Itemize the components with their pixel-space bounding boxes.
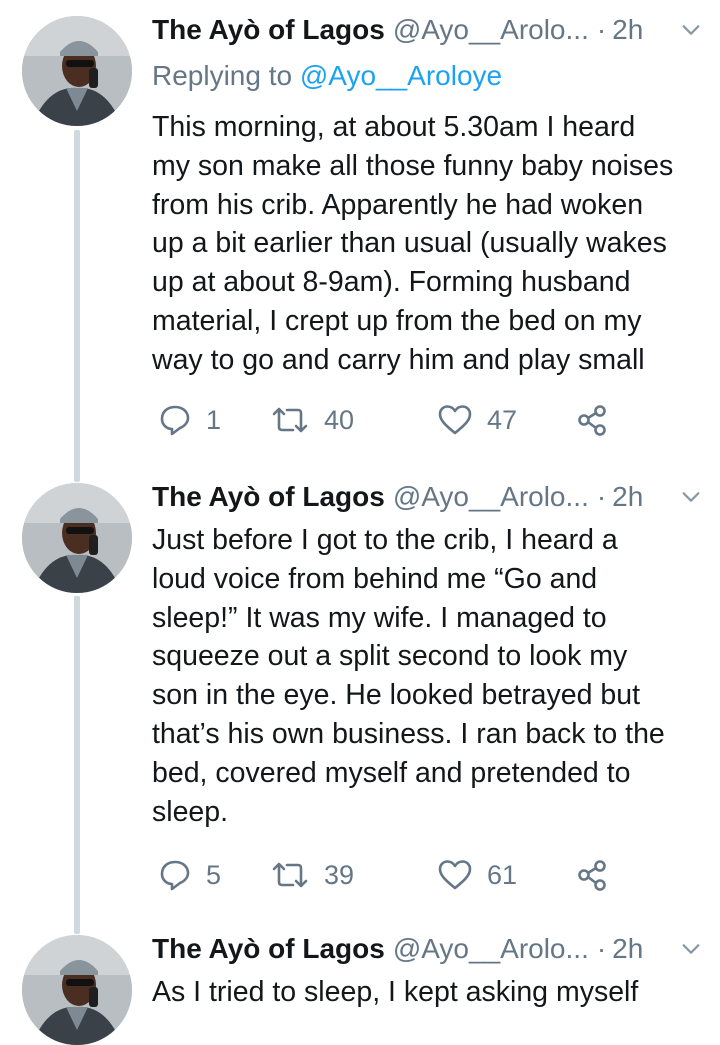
avatar[interactable] <box>22 935 132 1045</box>
share-icon <box>578 405 606 436</box>
text-line: loud voice from behind me “Go and <box>152 562 598 595</box>
user-handle[interactable]: @Ayo__Arolo... <box>393 14 589 46</box>
text-line: my son make all those funny baby noises <box>152 149 674 182</box>
text-line: son in the eye. He looked betrayed but <box>152 679 640 712</box>
reply-icon <box>160 405 190 436</box>
share-button[interactable] <box>576 855 610 895</box>
user-handle[interactable]: @Ayo__Arolo... <box>393 481 589 513</box>
replying-to: Replying to @Ayo__Aroloye <box>152 60 502 92</box>
chevron-down-icon[interactable] <box>680 486 702 508</box>
reply-count: 5 <box>206 859 222 890</box>
reply-button[interactable]: 1 <box>158 400 221 440</box>
chevron-down-icon[interactable] <box>680 19 702 41</box>
text-line: sleep. <box>152 795 229 828</box>
retweet-icon <box>272 407 308 433</box>
avatar[interactable] <box>22 483 132 593</box>
text-line: material, I crept up from the bed on my <box>152 304 642 337</box>
display-name[interactable]: The Ayò of Lagos <box>152 933 385 965</box>
text-line: up at about 8-9am). Forming husband <box>152 266 631 299</box>
chevron-down-icon[interactable] <box>680 938 702 960</box>
text-line: This morning, at about 5.30am I heard <box>152 111 636 143</box>
reply-icon <box>160 860 190 891</box>
replying-prefix: Replying to <box>152 60 300 91</box>
share-icon <box>578 860 606 891</box>
retweet-button[interactable]: 39 <box>270 855 354 895</box>
timestamp[interactable]: 2h <box>612 933 643 965</box>
text-line: up a bit earlier than usual (usually wak… <box>152 227 667 260</box>
text-line: bed, covered myself and pretended to <box>152 756 631 789</box>
heart-icon <box>438 405 472 435</box>
heart-icon <box>438 860 472 890</box>
like-button[interactable]: 61 <box>437 855 517 895</box>
separator: · <box>596 933 607 964</box>
avatar-image <box>22 935 132 1045</box>
text-line: Just before I got to the crib, I heard a <box>152 524 618 556</box>
tweet-text: As I tried to sleep, I kept asking mysel… <box>152 973 712 1012</box>
like-count: 47 <box>487 404 518 435</box>
tweet-header: The Ayò of Lagos @Ayo__Arolo... · 2h <box>152 929 702 969</box>
avatar-image <box>22 483 132 593</box>
text-line: way to go and carry him and play small <box>152 343 645 376</box>
text-line: that’s his own business. I ran back to t… <box>152 717 665 750</box>
retweet-button[interactable]: 40 <box>270 400 354 440</box>
reply-button[interactable]: 5 <box>158 855 221 895</box>
timestamp[interactable]: 2h <box>612 14 643 46</box>
share-button[interactable] <box>576 400 610 440</box>
tweet-text: Just before I got to the crib, I heard a… <box>152 521 712 831</box>
tweet-header: The Ayò of Lagos @Ayo__Arolo... · 2h <box>152 477 702 517</box>
separator: · <box>596 481 607 512</box>
mention-link[interactable]: @Ayo__Aroloye <box>300 60 502 91</box>
tweet-header: The Ayò of Lagos @Ayo__Arolo... · 2h <box>152 10 702 50</box>
avatar[interactable] <box>22 16 132 126</box>
text-line: from his crib. Apparently he had woken <box>152 188 644 221</box>
retweet-count: 39 <box>324 859 355 890</box>
thread-line <box>74 130 80 482</box>
display-name[interactable]: The Ayò of Lagos <box>152 14 385 46</box>
display-name[interactable]: The Ayò of Lagos <box>152 481 385 513</box>
tweet-text: This morning, at about 5.30am I heard my… <box>152 108 712 380</box>
retweet-count: 40 <box>324 404 355 435</box>
text-line: sleep!” It was my wife. I managed to <box>152 601 607 634</box>
separator: · <box>596 14 607 45</box>
like-count: 61 <box>487 859 518 890</box>
avatar-image <box>22 16 132 126</box>
thread-line <box>74 596 80 934</box>
timestamp[interactable]: 2h <box>612 481 643 513</box>
text-line: As I tried to sleep, I kept asking mysel… <box>152 976 639 1008</box>
text-line: squeeze out a split second to look my <box>152 640 628 673</box>
reply-count: 1 <box>206 404 222 435</box>
like-button[interactable]: 47 <box>437 400 517 440</box>
retweet-icon <box>272 862 308 888</box>
user-handle[interactable]: @Ayo__Arolo... <box>393 933 589 965</box>
